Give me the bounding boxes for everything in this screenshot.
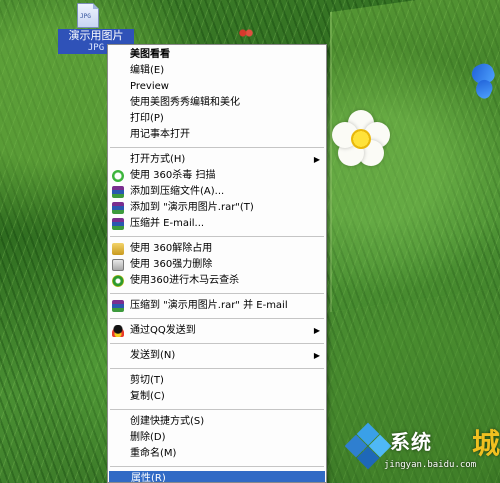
menu-item-label: 打印(P): [130, 113, 164, 124]
winrar-icon: [112, 218, 124, 230]
watermark: 系统 城 jingyan.baidu.com: [330, 420, 500, 480]
winrar-icon: [112, 202, 124, 214]
menu-item-11[interactable]: 压缩并 E-mail...: [108, 216, 326, 232]
menu-item-label: 美图看看: [130, 49, 170, 60]
watermark-url: jingyan.baidu.com: [384, 460, 477, 470]
submenu-arrow-icon: ▶: [313, 326, 320, 335]
menu-item-9[interactable]: 添加到压缩文件(A)...: [108, 184, 326, 200]
menu-item-label: 发送到(N): [130, 350, 176, 361]
trojan-scan-icon: [112, 275, 124, 287]
menu-item-label: 添加到 "演示用图片.rar"(T): [130, 202, 254, 213]
menu-item-label: 编辑(E): [130, 65, 165, 76]
menu-separator: [110, 409, 324, 410]
menu-item-19[interactable]: 通过QQ发送到 ▶: [108, 323, 326, 339]
menu-item-label: 属性(R): [131, 473, 166, 483]
menu-item-1[interactable]: 编辑(E): [108, 63, 326, 79]
file-name: 演示用图片: [68, 29, 124, 42]
menu-item-label: 重命名(M): [130, 448, 177, 459]
menu-item-4[interactable]: 打印(P): [108, 111, 326, 127]
menu-separator: [110, 466, 324, 467]
menu-item-label: 打开方式(H): [130, 154, 186, 165]
menu-separator: [110, 343, 324, 344]
menu-item-17[interactable]: 压缩到 "演示用图片.rar" 并 E-mail: [108, 298, 326, 314]
menu-item-label: 压缩到 "演示用图片.rar" 并 E-mail: [130, 300, 288, 311]
menu-item-26[interactable]: 创建快捷方式(S): [108, 414, 326, 430]
menu-item-0[interactable]: 美图看看: [108, 47, 326, 63]
menu-item-13[interactable]: 使用 360解除占用: [108, 241, 326, 257]
menu-separator: [110, 293, 324, 294]
menu-item-label: 用记事本打开: [130, 129, 190, 140]
menu-item-label: 压缩并 E-mail...: [130, 218, 205, 229]
menu-separator: [110, 318, 324, 319]
winrar-icon: [112, 300, 124, 312]
menu-item-28[interactable]: 重命名(M): [108, 446, 326, 462]
file-type-badge: JPG: [80, 13, 91, 20]
menu-item-label: Preview: [130, 81, 169, 92]
unlock-icon: [112, 243, 124, 255]
menu-item-label: 使用360进行木马云查杀: [130, 275, 240, 286]
menu-item-8[interactable]: 使用 360杀毒 扫描: [108, 168, 326, 184]
menu-item-27[interactable]: 删除(D): [108, 430, 326, 446]
360-antivirus-icon: [112, 170, 124, 182]
menu-item-5[interactable]: 用记事本打开: [108, 127, 326, 143]
menu-item-2[interactable]: Preview: [108, 79, 326, 95]
menu-item-23[interactable]: 剪切(T): [108, 373, 326, 389]
context-menu: 美图看看 编辑(E) Preview 使用美图秀秀编辑和美化 打印(P) 用记事本打开 打开…: [107, 44, 327, 483]
menu-item-label: 使用 360杀毒 扫描: [130, 170, 216, 181]
menu-item-10[interactable]: 添加到 "演示用图片.rar"(T): [108, 200, 326, 216]
menu-item-label: 使用美图秀秀编辑和美化: [130, 97, 240, 108]
menu-item-30[interactable]: 属性(R): [109, 471, 325, 483]
submenu-arrow-icon: ▶: [313, 155, 320, 164]
jpg-file-icon[interactable]: JPG: [77, 3, 99, 28]
menu-item-label: 创建快捷方式(S): [130, 416, 205, 427]
watermark-text: 系统: [390, 430, 432, 454]
red-flowers-decoration: [238, 28, 254, 38]
menu-separator: [110, 147, 324, 148]
menu-item-21[interactable]: 发送到(N) ▶: [108, 348, 326, 364]
watermark-logo-icon: [344, 422, 392, 470]
menu-item-label: 剪切(T): [130, 375, 164, 386]
menu-item-15[interactable]: 使用360进行木马云查杀: [108, 273, 326, 289]
menu-item-label: 添加到压缩文件(A)...: [130, 186, 225, 197]
butterfly-decoration: [468, 60, 498, 104]
menu-item-label: 复制(C): [130, 391, 165, 402]
menu-item-label: 通过QQ发送到: [130, 325, 196, 336]
watermark-cheng: 城: [472, 427, 500, 460]
qq-icon: [112, 325, 124, 337]
menu-item-label: 删除(D): [130, 432, 166, 443]
menu-item-3[interactable]: 使用美图秀秀编辑和美化: [108, 95, 326, 111]
menu-item-7[interactable]: 打开方式(H) ▶: [108, 152, 326, 168]
submenu-arrow-icon: ▶: [313, 351, 320, 360]
daisy-flower-decoration: [332, 110, 390, 168]
shred-icon: [112, 259, 124, 271]
menu-separator: [110, 236, 324, 237]
menu-item-24[interactable]: 复制(C): [108, 389, 326, 405]
winrar-icon: [112, 186, 124, 198]
menu-item-label: 使用 360解除占用: [130, 243, 213, 254]
menu-item-14[interactable]: 使用 360强力删除: [108, 257, 326, 273]
menu-separator: [110, 368, 324, 369]
menu-item-label: 使用 360强力删除: [130, 259, 213, 270]
